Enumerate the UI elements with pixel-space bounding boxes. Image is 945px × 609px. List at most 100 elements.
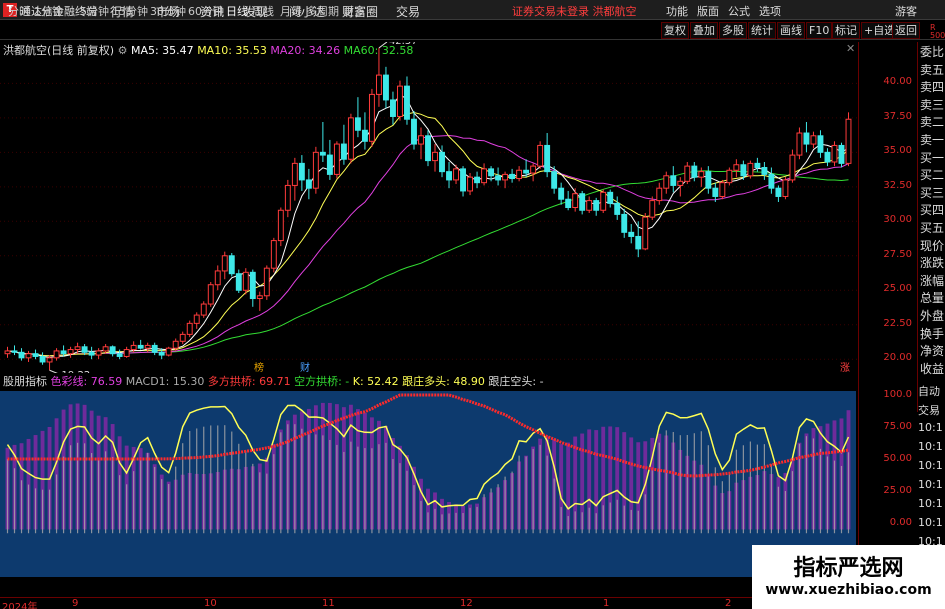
indicator-name[interactable]: 股朋指标 [0, 375, 47, 388]
adjust-button[interactable]: 复权 [661, 22, 689, 39]
panel-item[interactable]: 外盘 [920, 308, 944, 325]
period-intraday[interactable]: 分时 [8, 3, 30, 19]
candle-body [488, 168, 495, 177]
multi-stock-button[interactable]: 多股 [719, 22, 747, 39]
price-tick: 37.50 [883, 110, 912, 122]
candle-body [11, 350, 18, 353]
panel-item[interactable]: 买五 [920, 220, 944, 237]
candle-body [67, 349, 74, 355]
candle-body [151, 344, 158, 353]
candle-body [39, 355, 46, 363]
panel-item[interactable]: 卖五 [920, 62, 944, 79]
osc-tick: 0.00 [889, 517, 912, 528]
candle-body [593, 200, 600, 211]
period-weekly[interactable]: 周线 [252, 3, 274, 19]
candle-body [123, 349, 130, 357]
candle-body [53, 350, 60, 359]
period-15min[interactable]: 15分钟 [112, 3, 148, 19]
candle-body [607, 191, 614, 204]
panel-item[interactable]: 买四 [920, 202, 944, 219]
candle-body [544, 144, 551, 173]
panel-item[interactable]: 净资 [920, 343, 944, 360]
candle-body [530, 165, 537, 174]
candle-body [411, 118, 417, 145]
panel-item[interactable]: 换手 [920, 326, 944, 343]
duofang-value: 多方拱桥: 69.71 [207, 375, 291, 388]
panel-item[interactable]: 买三 [920, 185, 944, 202]
guest-button[interactable]: 游客 [895, 3, 917, 19]
osc-tick: 75.00 [883, 421, 912, 432]
function-button[interactable]: 功能 [666, 3, 688, 19]
panel-item[interactable]: 现价 [920, 238, 944, 255]
candle-body [46, 357, 53, 363]
candle-body [439, 151, 445, 173]
candle-body [81, 346, 88, 353]
candle-body [656, 187, 663, 202]
panel-item[interactable]: 卖一 [920, 132, 944, 149]
candle-body [621, 213, 628, 233]
panel-item[interactable]: 买一 [920, 150, 944, 167]
period-60min[interactable]: 60分钟 [188, 3, 224, 19]
layout-button[interactable]: 版面 [697, 3, 719, 19]
candle-body [284, 184, 291, 211]
candle-body [404, 85, 410, 120]
period-30min[interactable]: 30分钟 [150, 3, 186, 19]
stats-button[interactable]: 统计 [748, 22, 776, 39]
candle-body [635, 235, 642, 250]
mark-button[interactable]: 标记 [832, 22, 860, 39]
candle-body [523, 169, 530, 174]
panel-item[interactable]: 总量 [920, 290, 944, 307]
candle-body [705, 171, 712, 189]
tick-time: 10:1 [918, 440, 943, 453]
panel-item[interactable]: 买二 [920, 167, 944, 184]
candle-body [270, 240, 277, 269]
period-5min[interactable]: 5分钟 [80, 3, 109, 19]
candle-body [754, 162, 761, 169]
period-daily[interactable]: 日线 [226, 3, 248, 19]
candle-body [32, 353, 39, 357]
candle-body [102, 346, 109, 352]
options-button[interactable]: 选项 [759, 3, 781, 19]
high-label: 42.57 [389, 42, 418, 47]
indicator-chart [0, 391, 856, 577]
panel-item[interactable]: 涨幅 [920, 273, 944, 290]
f10-button[interactable]: F10 [806, 22, 833, 39]
period-1min[interactable]: 1分钟 [34, 3, 63, 19]
price-tick: 27.50 [883, 248, 912, 260]
panel-item[interactable]: 委比 [920, 44, 944, 61]
candle-body [312, 151, 319, 189]
panel-item[interactable]: 收益 [920, 361, 944, 378]
formula-button[interactable]: 公式 [728, 3, 750, 19]
candle-body [158, 351, 165, 356]
candle-body [614, 202, 621, 215]
candle-body [460, 168, 466, 192]
candle-body [432, 151, 438, 162]
candle-body [319, 151, 326, 156]
panel-item[interactable]: 卖二 [920, 114, 944, 131]
back-button[interactable]: 返回 [892, 22, 920, 39]
panel-item[interactable]: 卖三 [920, 97, 944, 114]
panel-item[interactable]: 涨跌 [920, 255, 944, 272]
date-label: 2 [725, 598, 732, 609]
candle-body [291, 162, 298, 186]
candle-body [782, 179, 789, 197]
candle-body [572, 193, 579, 208]
candle-body [740, 164, 747, 177]
period-more[interactable]: 更多 [343, 3, 365, 19]
candle-body [242, 271, 249, 291]
price-tick: 30.00 [883, 214, 912, 226]
candle-body [579, 193, 586, 211]
tick-time: 10:1 [918, 459, 943, 472]
login-notice[interactable]: 证券交易未登录 洪都航空 [512, 3, 637, 19]
period-monthly[interactable]: 月线 [280, 3, 302, 19]
draw-button[interactable]: 画线 [777, 22, 805, 39]
indicator-info-line: 股朋指标 色彩线: 76.59 MACD1: 15.30 多方拱桥: 69.71… [0, 373, 945, 390]
candle-body [733, 164, 740, 171]
panel-item[interactable]: 卖四 [920, 79, 944, 96]
menu-trade[interactable]: 交易 [396, 3, 420, 20]
candle-body [831, 144, 838, 163]
period-multi[interactable]: 多周期 [306, 3, 339, 19]
candle-body [214, 270, 221, 286]
overlay-button[interactable]: 叠加 [690, 22, 718, 39]
tick-time: 交易 [918, 404, 940, 417]
